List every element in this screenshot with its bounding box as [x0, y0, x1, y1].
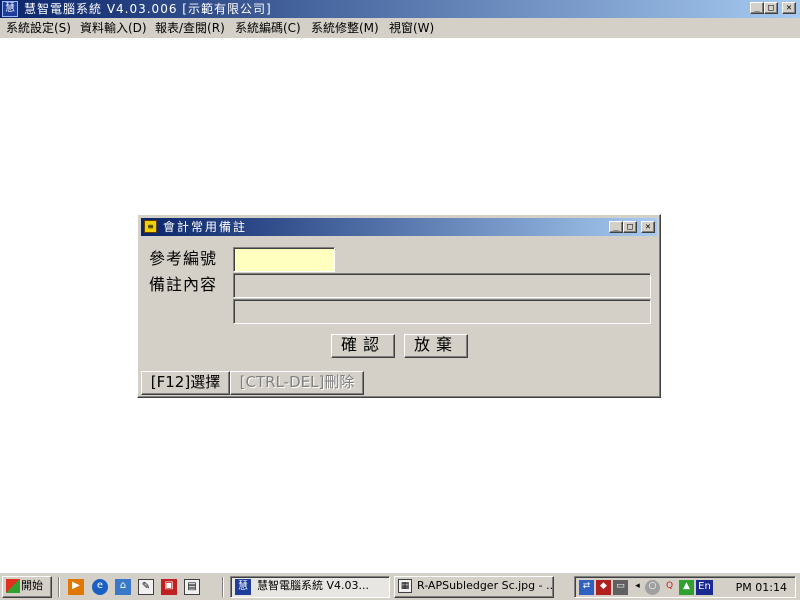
taskbar-separator — [58, 577, 60, 597]
dialog-close-button[interactable]: ✕ — [641, 221, 655, 233]
menu-bar: 系統設定(S) 資料輸入(D) 報表/查閱(R) 系統編碼(C) 系統修整(M)… — [0, 18, 800, 38]
media-player-icon[interactable]: ▶ — [68, 579, 84, 595]
windows-logo-icon — [6, 579, 20, 593]
shield-icon[interactable]: ◆ — [596, 580, 611, 595]
ref-number-input[interactable] — [233, 247, 335, 272]
close-button[interactable]: ✕ — [782, 2, 796, 14]
memo-line2-input[interactable] — [233, 299, 651, 324]
minimize-button[interactable]: _ — [750, 2, 764, 14]
internet-explorer-icon[interactable]: e — [92, 579, 108, 595]
dialog-minimize-button[interactable]: _ — [609, 221, 623, 233]
network-icon[interactable]: ⌂ — [115, 579, 131, 595]
notepad-icon[interactable]: ✎ — [138, 579, 154, 595]
image-file-icon: ▦ — [398, 579, 412, 593]
memo-content-label: 備註內容 — [149, 275, 218, 294]
window-title: 慧智電腦系統 V4.03.006 [示範有限公司] — [24, 2, 272, 16]
memo-line1-input[interactable] — [233, 273, 651, 298]
taskbar-separator-2 — [222, 577, 224, 597]
search-icon[interactable]: Q — [662, 580, 677, 595]
note-icon: ≡ — [144, 220, 157, 233]
clock: PM 01:14 — [735, 581, 787, 594]
menu-system-maintenance[interactable]: 系統修整(M) — [311, 21, 379, 35]
maximize-button[interactable]: □ — [764, 2, 778, 14]
desktop-icon[interactable]: ▤ — [184, 579, 200, 595]
task-label: 慧智電腦系統 V4.03... — [257, 579, 370, 592]
clock-app-icon[interactable]: ○ — [645, 580, 660, 595]
dialog-titlebar[interactable]: ≡ 會計常用備註 _ □ ✕ — [141, 218, 657, 236]
start-label: 開始 — [21, 579, 43, 592]
app-icon: 慧 — [2, 1, 18, 17]
taskbar: 開始 ▶ e ⌂ ✎ ▣ ▤ 慧 慧智電腦系統 V4.03... ▦ R-APS… — [0, 572, 800, 600]
volume-icon[interactable]: ◂ — [630, 580, 645, 595]
system-tray: ⇄ ◆ ▭ ◂ ○ Q ▲ En PM 01:14 — [574, 576, 796, 598]
dialog-title: 會計常用備註 — [163, 220, 248, 234]
menu-system-codes[interactable]: 系統編碼(C) — [235, 21, 301, 35]
update-icon[interactable]: ▲ — [679, 580, 694, 595]
app-shortcut-icon[interactable]: ▣ — [161, 579, 177, 595]
f12-select-button[interactable]: [F12]選擇 — [141, 371, 230, 395]
window-titlebar[interactable]: 慧 慧智電腦系統 V4.03.006 [示範有限公司] _ □ ✕ — [0, 0, 800, 18]
network-status-icon[interactable]: ⇄ — [579, 580, 594, 595]
monitor-icon[interactable]: ▭ — [613, 580, 628, 595]
task-button-image[interactable]: ▦ R-APSubledger Sc.jpg - ... — [394, 576, 554, 598]
task-button-main[interactable]: 慧 慧智電腦系統 V4.03... — [230, 576, 390, 598]
language-indicator[interactable]: En — [696, 580, 713, 595]
cancel-button[interactable]: 放棄 — [404, 334, 468, 358]
confirm-button[interactable]: 確認 — [331, 334, 395, 358]
ref-number-label: 參考編號 — [149, 249, 218, 268]
menu-reports[interactable]: 報表/查閱(R) — [155, 21, 225, 35]
ctrl-del-delete-button[interactable]: [CTRL-DEL]刪除 — [230, 371, 364, 395]
menu-system-settings[interactable]: 系統設定(S) — [6, 21, 71, 35]
dialog-maximize-button[interactable]: □ — [623, 221, 637, 233]
menu-data-input[interactable]: 資料輸入(D) — [80, 21, 147, 35]
app-icon-small: 慧 — [235, 579, 251, 595]
start-button[interactable]: 開始 — [2, 576, 52, 598]
task-label: R-APSubledger Sc.jpg - ... — [417, 579, 554, 592]
memo-dialog: ≡ 會計常用備註 _ □ ✕ 參考編號 備註內容 確認 放棄 [F12]選擇 [… — [137, 214, 661, 398]
menu-window[interactable]: 視窗(W) — [389, 21, 434, 35]
